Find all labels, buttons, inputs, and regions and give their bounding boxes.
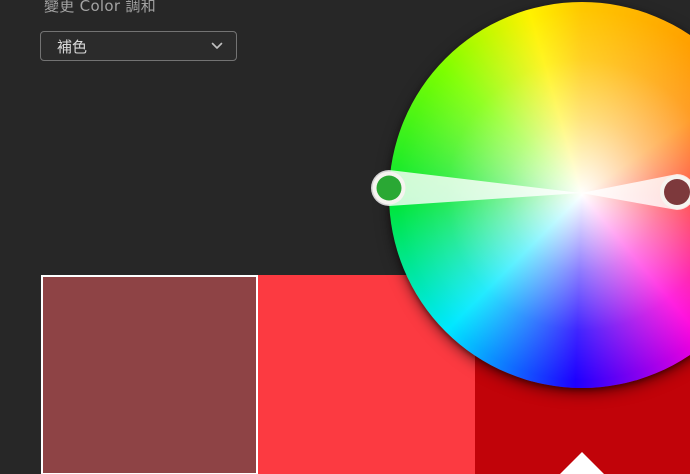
- color-harmony-panel: 變更 Color 調和 補色: [0, 0, 690, 474]
- active-color-caret-icon: [560, 452, 604, 474]
- chevron-down-icon: [211, 42, 223, 50]
- base-handle[interactable]: [664, 179, 690, 205]
- swatch-selected[interactable]: [41, 275, 258, 474]
- page-title: 變更 Color 調和: [44, 0, 156, 16]
- complement-handle[interactable]: [377, 176, 402, 201]
- harmony-type-dropdown[interactable]: 補色: [40, 31, 237, 61]
- harmony-type-selected-value: 補色: [57, 36, 87, 57]
